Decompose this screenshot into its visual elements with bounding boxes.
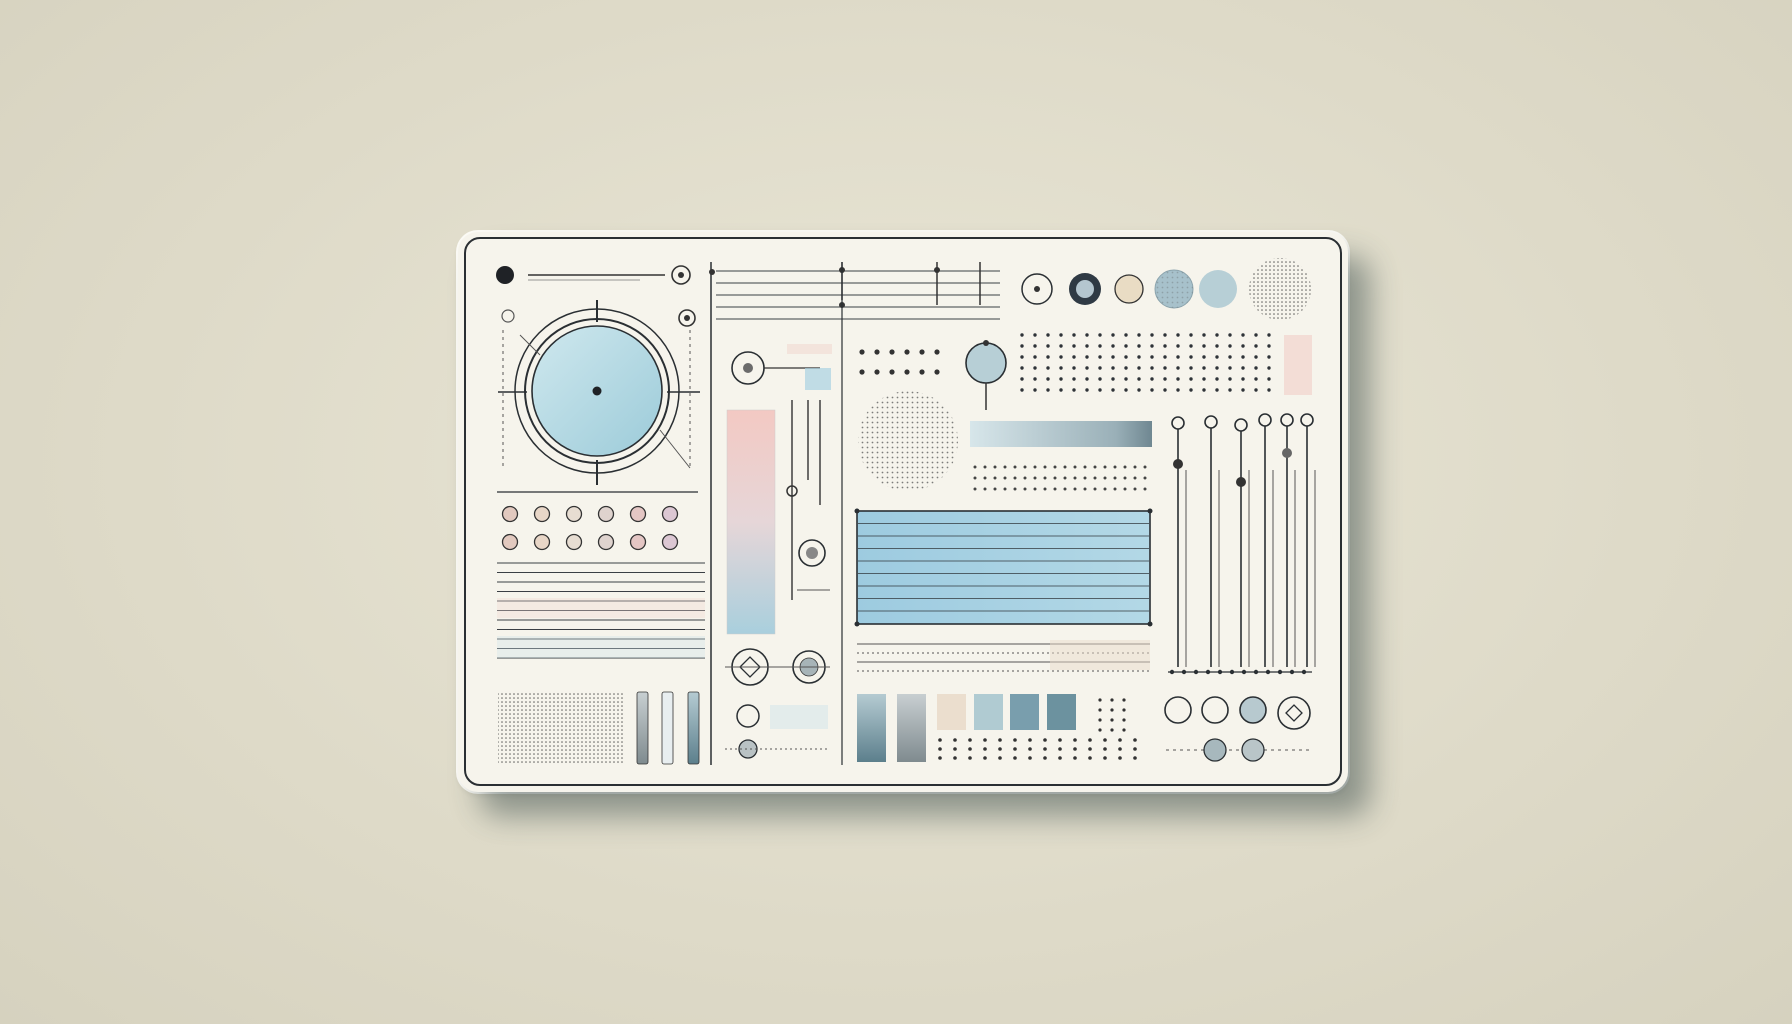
halftone-circle-icon: [858, 391, 958, 491]
slider-bank[interactable]: [1168, 413, 1316, 675]
status-dot-icon: [496, 266, 514, 284]
slider-icon[interactable]: [1280, 413, 1294, 427]
halftone-circle-icon: [1249, 258, 1311, 320]
bottom-right-knobs: [1164, 696, 1311, 762]
knob-icon[interactable]: [661, 533, 679, 551]
knob-grid: [501, 505, 679, 551]
swatch-icon: [937, 694, 966, 730]
knob-icon[interactable]: [661, 505, 679, 523]
knob-icon[interactable]: [629, 505, 647, 523]
display-screen: [854, 508, 1153, 627]
halftone-swatch-icon: [498, 693, 625, 763]
knob-icon[interactable]: [1239, 696, 1267, 724]
slider-icon[interactable]: [1300, 413, 1314, 427]
slider-icon[interactable]: [1234, 418, 1248, 432]
knob-icon[interactable]: [533, 533, 551, 551]
knob-icon[interactable]: [1201, 696, 1229, 724]
center-column: [854, 340, 1153, 762]
knob-icon[interactable]: [533, 505, 551, 523]
gauge-bar-icon: [970, 421, 1152, 447]
dial-icon[interactable]: [498, 300, 700, 485]
slider-icon[interactable]: [1204, 415, 1218, 429]
slider-icon[interactable]: [1258, 413, 1272, 427]
gradient-bar-icon: [726, 409, 776, 635]
top-right-circles: [1021, 258, 1312, 395]
knob-icon[interactable]: [597, 505, 615, 523]
knob-icon[interactable]: [501, 533, 519, 551]
knob-icon[interactable]: [565, 505, 583, 523]
knob-icon[interactable]: [629, 533, 647, 551]
knob-icon[interactable]: [597, 533, 615, 551]
knob-icon[interactable]: [965, 342, 1007, 384]
panel-artwork: [496, 258, 1316, 765]
slider-icon[interactable]: [1171, 416, 1185, 430]
swatch-icon: [1047, 694, 1076, 730]
swatch-icon: [636, 691, 649, 765]
swatch-icon: [1010, 694, 1039, 730]
stripe-block: [497, 562, 705, 659]
slider-icon[interactable]: [786, 400, 821, 600]
swatch-icon: [974, 694, 1003, 730]
knob-icon[interactable]: [1164, 696, 1192, 724]
left-column: [496, 265, 705, 765]
middle-left-column: [709, 262, 1000, 759]
swatch-row: [857, 694, 1076, 762]
knob-icon[interactable]: [565, 533, 583, 551]
knob-icon[interactable]: [1277, 696, 1311, 730]
knob-icon[interactable]: [501, 505, 519, 523]
